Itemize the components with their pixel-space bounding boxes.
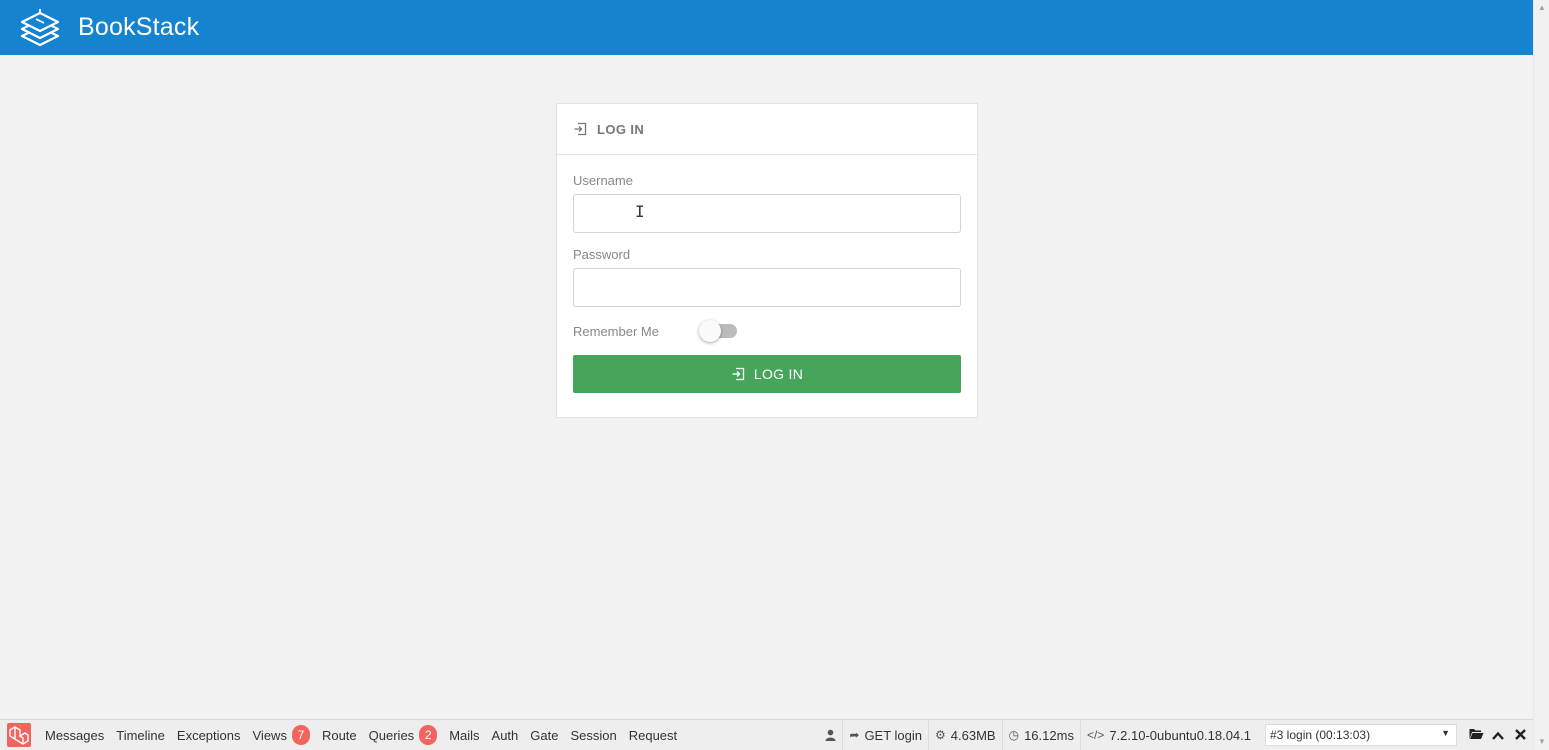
memory-value: 4.63MB	[950, 727, 996, 743]
tab-label: Timeline	[116, 727, 165, 743]
request-select-value: #3 login (00:13:03)	[1270, 728, 1371, 742]
top-header: BookStack	[0, 0, 1533, 55]
cogs-icon: ⚙	[935, 728, 946, 742]
remember-me-label: Remember Me	[573, 323, 659, 339]
debugbar-tab-auth[interactable]: Auth	[486, 720, 525, 750]
password-label: Password	[573, 247, 631, 262]
queries-badge: 2	[419, 725, 438, 745]
scroll-down-icon[interactable]: ▼	[1538, 738, 1546, 746]
password-input[interactable]	[573, 268, 961, 307]
login-button-label: LOG IN	[753, 366, 804, 382]
username-input-wrap: I	[573, 194, 961, 233]
debugbar-php-version[interactable]: </> 7.2.10-0ubuntu0.18.04.1	[1079, 720, 1257, 750]
debugbar-tab-session[interactable]: Session	[564, 720, 622, 750]
debugbar-route[interactable]: ➦ GET login	[842, 720, 928, 750]
user-icon	[825, 729, 836, 741]
text-cursor-icon: I	[635, 202, 645, 221]
php-version-value: 7.2.10-0ubuntu0.18.04.1	[1109, 727, 1251, 743]
chevron-down-icon: ▼	[1441, 728, 1450, 738]
chevron-up-icon[interactable]	[1487, 728, 1509, 743]
debugbar-tab-route[interactable]: Route	[316, 720, 363, 750]
share-icon: ➦	[849, 728, 860, 742]
debugbar-tab-views[interactable]: Views 7	[247, 720, 316, 750]
code-icon: </>	[1086, 728, 1105, 742]
username-input[interactable]	[573, 194, 961, 233]
login-icon	[732, 367, 745, 381]
remember-me-toggle[interactable]	[699, 320, 737, 342]
debugbar-tab-gate[interactable]: Gate	[524, 720, 564, 750]
tab-label: Messages	[45, 727, 105, 743]
bookstack-logo-icon	[20, 8, 60, 46]
tab-label: Queries	[368, 727, 415, 743]
close-icon[interactable]	[1509, 728, 1531, 743]
logo-link[interactable]: BookStack	[18, 8, 199, 48]
tab-label: Request	[628, 727, 678, 743]
debugbar-user[interactable]	[819, 720, 842, 750]
login-card-header: LOG IN	[557, 104, 977, 155]
tab-label: Views	[252, 727, 287, 743]
debugbar: Messages Timeline Exceptions Views 7 Rout…	[0, 719, 1533, 750]
debugbar-tab-request[interactable]: Request	[623, 720, 683, 750]
scroll-up-icon[interactable]: ▲	[1538, 4, 1546, 12]
request-history-select[interactable]: #3 login (00:13:03) ▼	[1265, 724, 1457, 746]
laravel-logo-icon[interactable]	[7, 723, 31, 747]
tab-label: Gate	[530, 727, 559, 743]
debugbar-tab-queries[interactable]: Queries 2	[363, 720, 444, 750]
login-icon	[574, 122, 587, 136]
username-label: Username	[573, 173, 633, 188]
toggle-knob	[699, 320, 721, 342]
tab-label: Auth	[491, 727, 519, 743]
login-card: LOG IN Username I Password Remember Me L…	[556, 103, 978, 418]
app-name: BookStack	[78, 13, 200, 41]
debugbar-tab-timeline[interactable]: Timeline	[110, 720, 171, 750]
username-group: Username I	[573, 173, 961, 233]
route-value: GET login	[864, 727, 923, 743]
tab-label: Exceptions	[176, 727, 241, 743]
login-button[interactable]: LOG IN	[573, 355, 961, 393]
login-form: Username I Password Remember Me LOG IN	[557, 155, 977, 393]
tab-label: Route	[321, 727, 357, 743]
debugbar-indicators: ➦ GET login ⚙ 4.63MB ◷ 16.12ms </> 7.2.1…	[819, 720, 1533, 750]
login-title: LOG IN	[597, 121, 645, 137]
folder-open-icon[interactable]	[1465, 728, 1487, 743]
debugbar-tab-messages[interactable]: Messages	[39, 720, 110, 750]
debugbar-memory[interactable]: ⚙ 4.63MB	[928, 720, 1002, 750]
password-group: Password	[573, 247, 961, 307]
debugbar-tab-mails[interactable]: Mails	[443, 720, 485, 750]
time-value: 16.12ms	[1024, 727, 1074, 743]
page-scrollbar[interactable]: ▲ ▼	[1533, 0, 1549, 750]
tab-label: Mails	[449, 727, 480, 743]
views-badge: 7	[291, 725, 310, 745]
tab-label: Session	[570, 727, 617, 743]
debugbar-time[interactable]: ◷ 16.12ms	[1001, 720, 1080, 750]
debugbar-tab-exceptions[interactable]: Exceptions	[171, 720, 247, 750]
remember-me-row: Remember Me	[573, 320, 961, 342]
clock-icon: ◷	[1008, 728, 1020, 742]
